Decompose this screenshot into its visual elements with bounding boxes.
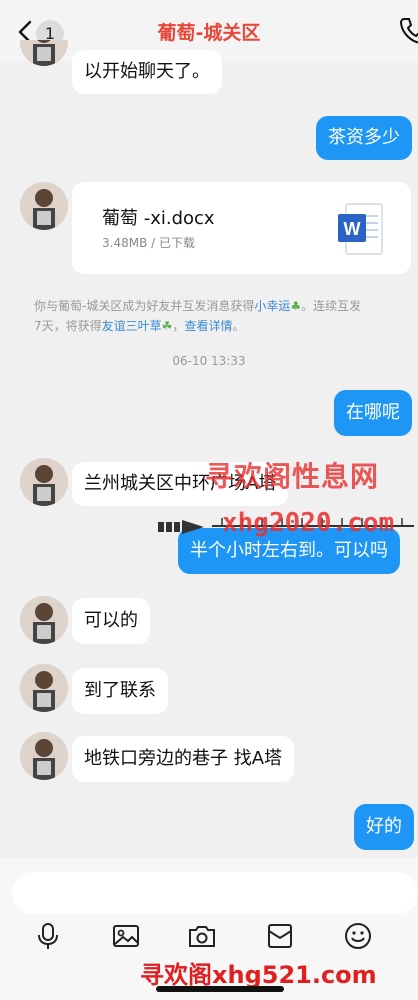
- message-text: 可以的: [84, 610, 138, 631]
- avatar-photo: [20, 664, 68, 712]
- file-name: 葡萄 -xi.docx: [102, 208, 215, 229]
- watermark-bottom: 寻欢阁xhg521.com: [140, 961, 377, 989]
- avatar[interactable]: [20, 732, 68, 780]
- emoji-icon[interactable]: [344, 922, 372, 950]
- red-packet-icon[interactable]: [266, 922, 294, 950]
- clover-link[interactable]: 友谊三叶草: [102, 319, 162, 333]
- sprout-icon: ♣: [290, 299, 302, 313]
- message-incoming[interactable]: 地铁口旁边的巷子 找A塔: [72, 736, 295, 782]
- word-doc-icon: W: [338, 203, 383, 255]
- phone-icon[interactable]: [398, 16, 418, 46]
- notice-text: 。连续互发: [301, 299, 362, 313]
- notice-text: 7天，将获得: [34, 319, 102, 333]
- message-incoming[interactable]: 可以的: [72, 598, 150, 644]
- home-indicator[interactable]: [156, 986, 284, 992]
- image-icon[interactable]: [112, 922, 140, 950]
- notice-text: ，: [172, 319, 185, 333]
- avatar[interactable]: [20, 182, 68, 230]
- camera-icon[interactable]: [188, 922, 216, 950]
- avatar[interactable]: [20, 664, 68, 712]
- message-incoming[interactable]: 以开始聊天了。: [72, 50, 222, 94]
- lucky-link[interactable]: 小幸运: [254, 299, 290, 313]
- file-message-card[interactable]: 葡萄 -xi.docx 3.48MB / 已下载 W: [72, 182, 411, 274]
- message-outgoing[interactable]: 好的: [354, 804, 414, 850]
- message-outgoing[interactable]: 茶资多少: [316, 116, 412, 160]
- message-text: 半个小时左右到。可以吗: [190, 540, 388, 561]
- avatar-photo: [20, 732, 68, 780]
- message-text: 茶资多少: [328, 127, 400, 148]
- message-text: 在哪呢: [346, 402, 400, 423]
- watermark-text: 寻欢阁性息网: [205, 460, 380, 493]
- avatar-photo: [20, 182, 68, 230]
- svg-text:W: W: [344, 219, 361, 239]
- message-text: 好的: [366, 816, 402, 837]
- avatar[interactable]: [20, 458, 68, 506]
- clover-icon: ☘: [161, 319, 173, 333]
- message-timestamp: 06-10 13:33: [172, 354, 246, 368]
- system-notice: 你与葡萄-城关区成为好友并互发消息获得小幸运♣。连续互发 7天，将获得友谊三叶草…: [34, 296, 418, 336]
- avatar-photo: [20, 458, 68, 506]
- watermark-url: xhg2020.com: [222, 508, 395, 538]
- mic-icon[interactable]: [34, 922, 62, 950]
- avatar[interactable]: [20, 596, 68, 644]
- avatar-photo: [20, 596, 68, 644]
- view-details-link[interactable]: 查看详情: [184, 319, 232, 333]
- notice-text: 你与葡萄-城关区成为好友并互发消息获得: [34, 299, 255, 313]
- message-outgoing[interactable]: 在哪呢: [334, 390, 412, 436]
- file-meta: 3.48MB / 已下载: [102, 236, 195, 250]
- message-text: 地铁口旁边的巷子 找A塔: [84, 748, 283, 769]
- message-input[interactable]: [12, 872, 418, 914]
- message-text: 以开始聊天了。: [84, 61, 210, 82]
- notice-text: 。: [232, 319, 245, 333]
- message-text: 到了联系: [84, 680, 156, 701]
- message-incoming[interactable]: 到了联系: [72, 668, 168, 714]
